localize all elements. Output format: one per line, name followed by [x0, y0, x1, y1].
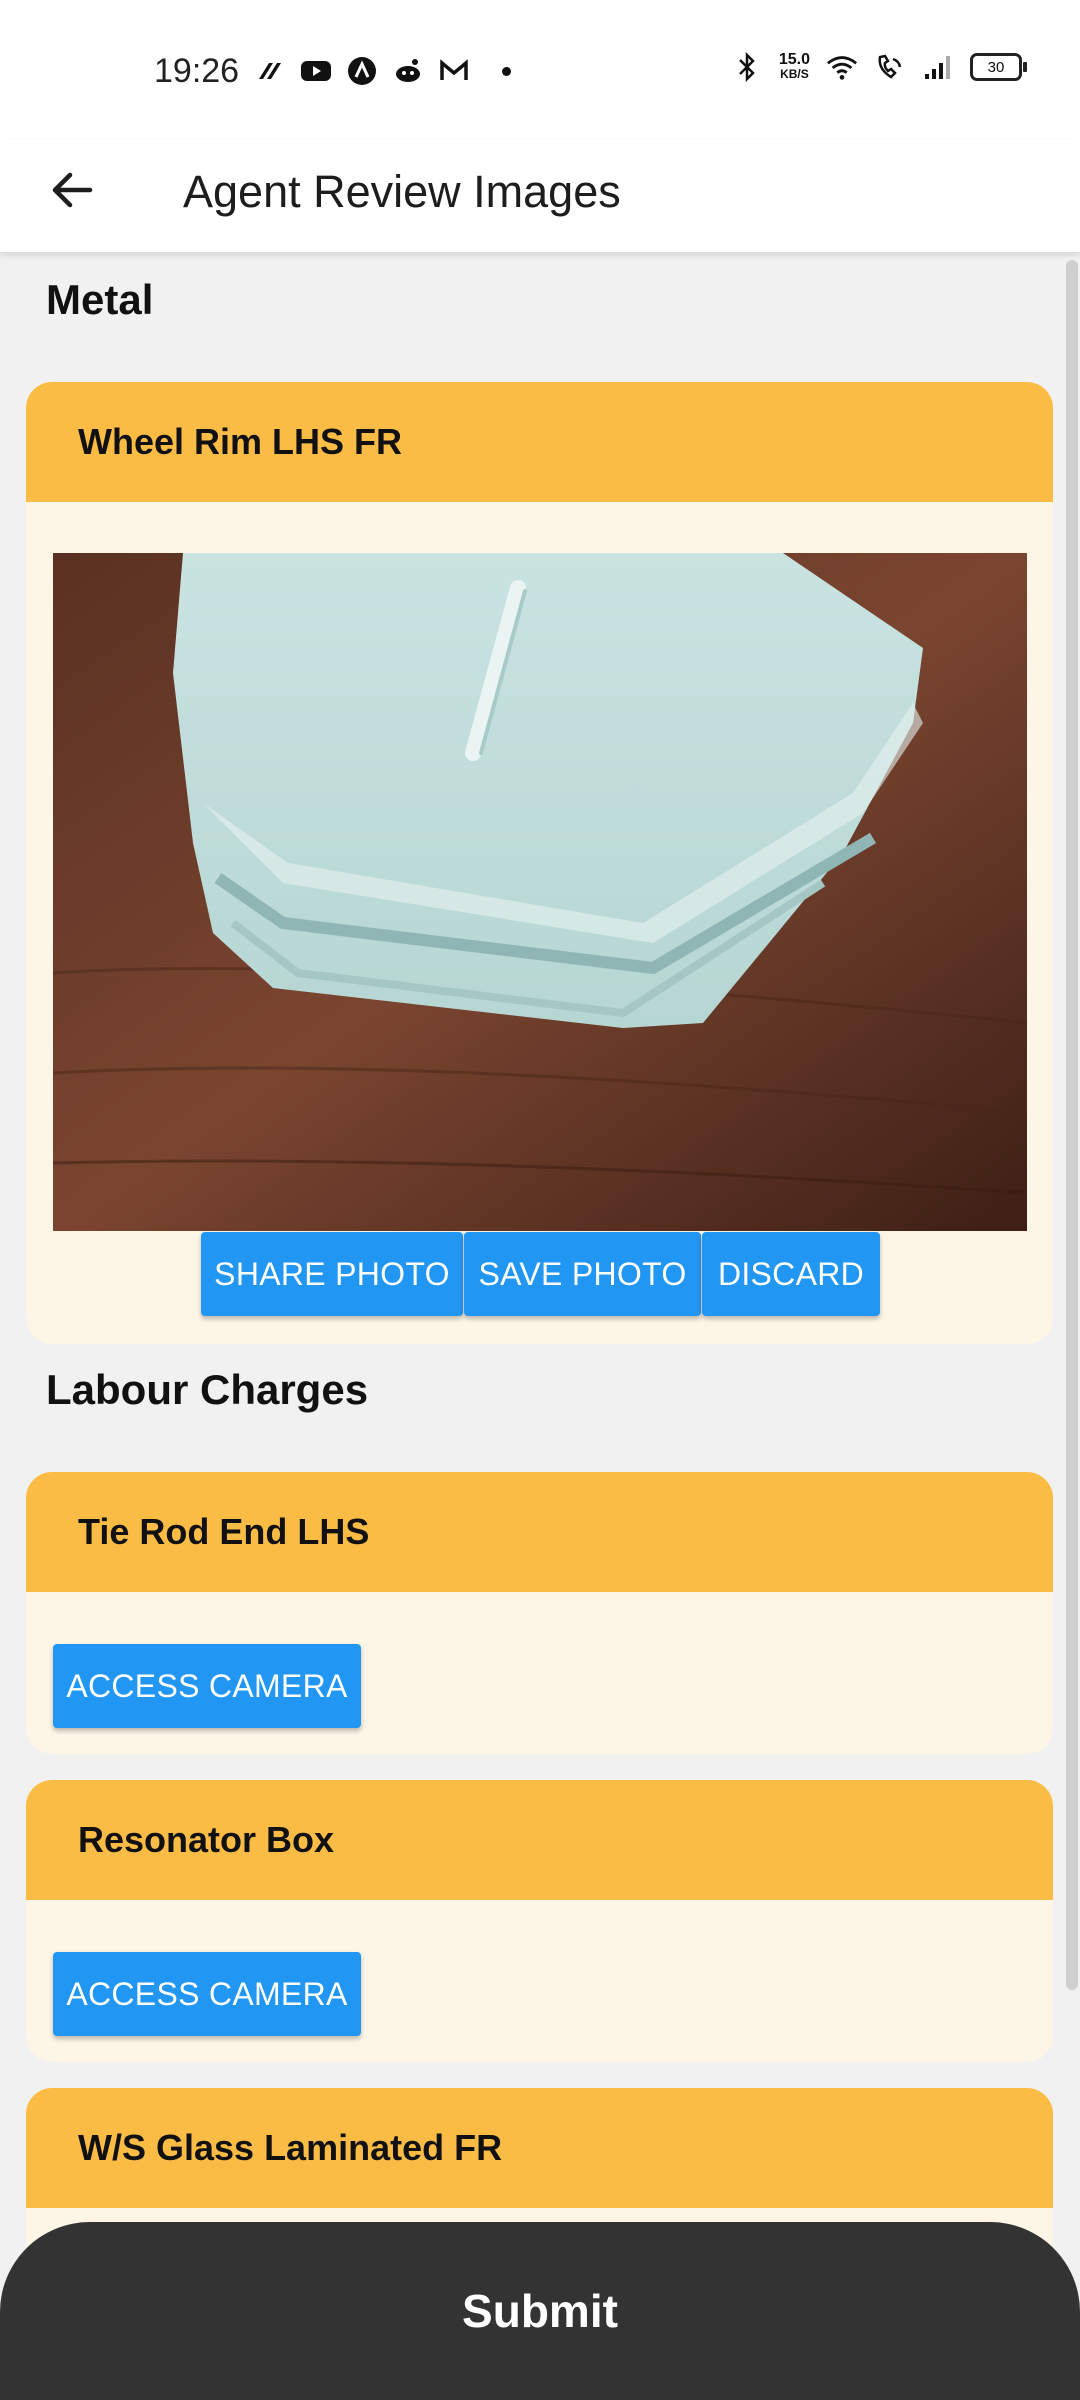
- more-notifications-dot-icon: [502, 66, 511, 76]
- photo-image: [53, 553, 1027, 1231]
- image-card-resonator-box: Resonator Box ACCESS CAMERA: [26, 1780, 1053, 2062]
- wifi-calling-icon: [874, 52, 906, 82]
- page-title: Agent Review Images: [183, 166, 621, 217]
- section-title-labour-charges: Labour Charges: [46, 1366, 369, 1413]
- save-photo-button[interactable]: SAVE PHOTO: [464, 1232, 701, 1316]
- app-notification-icon: [254, 56, 286, 86]
- captured-photo: [53, 553, 1027, 1231]
- arrow-left-icon: [52, 172, 93, 208]
- discard-button[interactable]: DISCARD: [702, 1232, 880, 1316]
- card-title: W/S Glass Laminated FR: [78, 2127, 503, 2168]
- status-bar: 19:26 15.0 KB/S 30: [0, 0, 1080, 140]
- card-title: Tie Rod End LHS: [78, 1511, 370, 1552]
- card-title: Wheel Rim LHS FR: [78, 421, 403, 462]
- notification-icons: [254, 56, 511, 86]
- access-camera-button[interactable]: ACCESS CAMERA: [53, 1952, 361, 2036]
- review-list: Metal Wheel Rim LHS FR SHARE PHOTO SAVE …: [0, 252, 1064, 2400]
- status-time: 19:26: [154, 52, 240, 90]
- reddit-icon: [392, 56, 424, 86]
- wifi-icon: [826, 52, 858, 82]
- app-a-icon: [346, 56, 378, 86]
- gmail-icon: [438, 56, 470, 86]
- access-camera-button[interactable]: ACCESS CAMERA: [53, 1644, 361, 1728]
- submit-button[interactable]: Submit: [0, 2222, 1080, 2400]
- card-header: W/S Glass Laminated FR: [26, 2088, 1053, 2208]
- share-photo-button[interactable]: SHARE PHOTO: [201, 1232, 463, 1316]
- section-title-metal: Metal: [46, 276, 154, 323]
- network-speed-value: 15.0: [778, 51, 810, 68]
- battery-icon: 30: [970, 53, 1027, 81]
- bluetooth-icon: [731, 52, 763, 82]
- card-header: Resonator Box: [26, 1780, 1053, 1900]
- image-card-wheel-rim: Wheel Rim LHS FR SHARE PHOTO SAVE PHOTO …: [26, 382, 1053, 1344]
- youtube-icon: [300, 56, 332, 86]
- signal-icon: [922, 52, 954, 82]
- network-speed: 15.0 KB/S: [779, 52, 810, 82]
- scrollbar[interactable]: [1066, 260, 1078, 1990]
- card-header: Tie Rod End LHS: [26, 1472, 1053, 1592]
- app-bar: Agent Review Images: [0, 140, 1080, 252]
- system-icons: 15.0 KB/S 30: [731, 52, 1027, 82]
- card-header: Wheel Rim LHS FR: [26, 382, 1053, 502]
- image-card-tie-rod: Tie Rod End LHS ACCESS CAMERA: [26, 1472, 1053, 1754]
- back-button[interactable]: [40, 158, 104, 222]
- network-speed-unit: KB/S: [780, 67, 809, 81]
- card-title: Resonator Box: [78, 1819, 335, 1860]
